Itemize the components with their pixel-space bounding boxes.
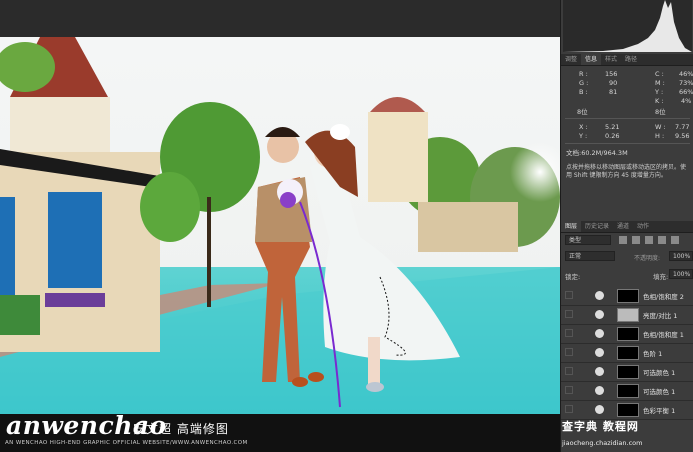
visibility-icon[interactable] xyxy=(565,310,573,318)
k-value: 4% xyxy=(681,97,692,105)
visibility-icon[interactable] xyxy=(565,367,573,375)
lock-label: 锁定: xyxy=(565,273,581,281)
layer-name: 色阶 1 xyxy=(643,350,663,358)
layer-row[interactable]: 可选颜色 1 xyxy=(561,382,693,401)
filter-smart-icon[interactable] xyxy=(671,236,679,244)
filter-type-icon[interactable] xyxy=(645,236,653,244)
layer-mask-thumb[interactable] xyxy=(617,403,639,417)
layer-name: 可选颜色 1 xyxy=(643,388,676,396)
site-watermark-url: jiaocheng.chazidian.com xyxy=(562,439,643,447)
watermark-bar: anwenchao 安文超 高端修图 AN WENCHAO HIGH-END G… xyxy=(0,411,560,452)
watermark-chinese: 安文超 高端修图 xyxy=(133,422,229,436)
layer-row[interactable]: 可选颜色 1 xyxy=(561,363,693,382)
tab-adjust[interactable]: 调整 xyxy=(561,54,581,65)
b-value: 81 xyxy=(609,88,618,96)
w-label: W : xyxy=(655,123,666,131)
layer-mask-thumb[interactable] xyxy=(617,384,639,398)
y-label: Y : xyxy=(655,88,664,96)
layer-name: 色相/饱和度 1 xyxy=(643,331,684,339)
adjustment-icon xyxy=(595,329,604,338)
m-value: 73% xyxy=(679,79,693,87)
layers-list: 色相/饱和度 2 亮度/对比 1 色相/饱和度 1 色阶 1 可选颜色 1 可选… xyxy=(561,287,693,420)
layer-mask-thumb[interactable] xyxy=(617,308,639,322)
visibility-icon[interactable] xyxy=(565,291,573,299)
watermark-subtitle: AN WENCHAO HIGH-END GRAPHIC OFFICIAL WEB… xyxy=(5,440,248,446)
g-label: G : xyxy=(579,79,589,87)
tab-history[interactable]: 历史记录 xyxy=(581,221,613,232)
layer-name: 色彩平衡 1 xyxy=(643,407,676,415)
c-label: C : xyxy=(655,70,664,78)
visibility-icon[interactable] xyxy=(565,405,573,413)
tab-layers[interactable]: 图层 xyxy=(561,221,582,232)
tab-channels[interactable]: 通道 xyxy=(613,221,633,232)
visibility-icon[interactable] xyxy=(565,386,573,394)
adjustment-icon xyxy=(595,386,604,395)
opacity-label: 不透明度: xyxy=(634,255,661,262)
h-value: 9.56 xyxy=(675,132,690,140)
x-label: X : xyxy=(579,123,588,131)
document-canvas[interactable]: anwenchao 安文超 高端修图 AN WENCHAO HIGH-END G… xyxy=(0,0,560,452)
layers-tabs: 图层 历史记录 通道 动作 xyxy=(561,221,693,233)
layer-row[interactable]: 色相/饱和度 1 xyxy=(561,325,693,344)
y-value: 66% xyxy=(679,88,693,96)
opacity-input[interactable]: 100% xyxy=(669,251,693,261)
c-value: 46% xyxy=(679,70,693,78)
fill-label: 填充: xyxy=(653,273,669,281)
layer-name: 可选颜色 1 xyxy=(643,369,676,377)
r-label: R : xyxy=(579,70,588,78)
layer-row[interactable]: 亮度/对比 1 xyxy=(561,306,693,325)
photo-illustration xyxy=(0,37,560,414)
info-divider xyxy=(565,118,690,119)
site-watermark-name: 查字典 教程网 xyxy=(562,420,639,433)
filter-adjust-icon[interactable] xyxy=(632,236,640,244)
layer-name: 色相/饱和度 2 xyxy=(643,293,684,301)
adjustment-icon xyxy=(595,367,604,376)
tab-paths[interactable]: 路径 xyxy=(621,54,641,65)
right-panel: 调整 信息 样式 路径 R : 156 G : 90 B : 81 C : 46… xyxy=(560,0,693,452)
layer-mask-thumb[interactable] xyxy=(617,365,639,379)
tab-actions[interactable]: 动作 xyxy=(633,221,653,232)
bit-depth-right: 8位 xyxy=(655,108,666,116)
filter-shape-icon[interactable] xyxy=(658,236,666,244)
bit-depth-left: 8位 xyxy=(577,108,588,116)
layer-mask-thumb[interactable] xyxy=(617,346,639,360)
g-value: 90 xyxy=(609,79,618,87)
visibility-icon[interactable] xyxy=(565,348,573,356)
info-panel: R : 156 G : 90 B : 81 C : 46% M : 73% Y … xyxy=(561,65,693,159)
adjustment-icon xyxy=(595,348,604,357)
adjustment-icon xyxy=(595,310,604,319)
histogram xyxy=(563,0,692,52)
tab-info[interactable]: 信息 xyxy=(581,54,602,65)
adjustment-icon xyxy=(595,405,604,414)
y-pos-value: 0.26 xyxy=(605,132,620,140)
fill-input[interactable]: 100% xyxy=(669,269,693,279)
h-label: H : xyxy=(655,132,665,140)
layer-kind-select[interactable]: 类型 xyxy=(565,235,611,245)
layer-mask-thumb[interactable] xyxy=(617,289,639,303)
blend-mode-select[interactable]: 正常 xyxy=(565,251,615,261)
visibility-icon[interactable] xyxy=(565,329,573,337)
layer-mask-thumb[interactable] xyxy=(617,327,639,341)
k-label: K : xyxy=(655,97,664,105)
w-value: 7.77 xyxy=(675,123,690,131)
info-divider-2 xyxy=(565,143,690,144)
doc-size: 文档:60.2M/964.3M xyxy=(566,149,628,157)
adjustment-icon xyxy=(595,291,604,300)
tab-styles[interactable]: 样式 xyxy=(601,54,621,65)
wedding-photo[interactable] xyxy=(0,37,560,414)
x-value: 5.21 xyxy=(605,123,620,131)
layer-name: 亮度/对比 1 xyxy=(643,312,678,320)
b-label: B : xyxy=(579,88,588,96)
r-value: 156 xyxy=(605,70,618,78)
y-pos-label: Y : xyxy=(579,132,588,140)
layer-row[interactable]: 色相/饱和度 2 xyxy=(561,287,693,306)
m-label: M : xyxy=(655,79,665,87)
tool-hint: 点按并拖移以移动图层或移动选区的拷贝。使用 Shift 键限制方向 45 度增量… xyxy=(566,164,687,179)
filter-pixel-icon[interactable] xyxy=(619,236,627,244)
layer-row[interactable]: 色阶 1 xyxy=(561,344,693,363)
